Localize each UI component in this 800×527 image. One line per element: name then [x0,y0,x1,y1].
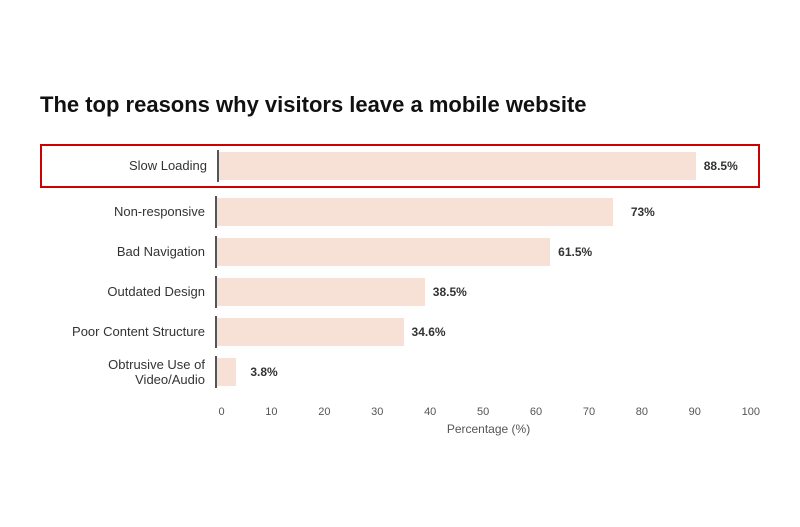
x-axis: 0 10 20 30 40 50 60 70 80 90 100 Percentage (%) [217,402,760,436]
bar-fill: 34.6% [217,318,404,346]
x-axis-tick: 20 [318,406,330,418]
bar-row: Bad Navigation61.5% [40,236,760,268]
chart-title: The top reasons why visitors leave a mob… [40,91,760,120]
bar-fill: 88.5% [219,152,696,180]
bar-label: Non-responsive [40,204,215,219]
x-axis-tick: 50 [477,406,489,418]
bar-track: 61.5% [215,236,760,268]
x-axis-tick: 90 [689,406,701,418]
bar-value-label: 73% [631,205,655,219]
x-axis-tick: 100 [742,406,760,418]
bar-label: Bad Navigation [40,244,215,259]
bar-value-label: 38.5% [433,285,467,299]
chart-area: Slow Loading88.5%Non-responsive73%Bad Na… [40,144,760,396]
x-axis-title: Percentage (%) [217,422,760,436]
bar-value-label: 88.5% [704,159,738,173]
bar-row: Obtrusive Use of Video/Audio3.8% [40,356,760,388]
bar-row: Slow Loading88.5% [40,144,760,188]
bar-value-label: 61.5% [558,245,592,259]
bar-track: 34.6% [215,316,760,348]
bar-fill: 3.8% [217,358,236,386]
bar-label: Slow Loading [42,158,217,173]
x-axis-tick: 80 [636,406,648,418]
x-axis-tick: 0 [219,406,225,418]
x-axis-tick: 10 [265,406,277,418]
x-axis-ticks: 0 10 20 30 40 50 60 70 80 90 100 [217,406,760,418]
bar-row: Poor Content Structure34.6% [40,316,760,348]
bar-track: 88.5% [217,150,758,182]
x-axis-tick: 70 [583,406,595,418]
bar-track: 73% [215,196,760,228]
bar-row: Non-responsive73% [40,196,760,228]
bar-value-label: 34.6% [412,325,446,339]
bar-label: Outdated Design [40,284,215,299]
bar-fill: 73% [217,198,613,226]
bar-track: 3.8% [215,356,760,388]
x-axis-tick: 60 [530,406,542,418]
x-axis-tick: 40 [424,406,436,418]
x-axis-container: 0 10 20 30 40 50 60 70 80 90 100 Percentage (%) [40,402,760,436]
bar-label: Obtrusive Use of Video/Audio [40,357,215,387]
x-axis-tick: 30 [371,406,383,418]
chart-container: The top reasons why visitors leave a mob… [40,91,760,436]
bar-track: 38.5% [215,276,760,308]
bar-fill: 38.5% [217,278,425,306]
bar-row: Outdated Design38.5% [40,276,760,308]
bar-value-label: 3.8% [250,365,277,379]
bar-label: Poor Content Structure [40,324,215,339]
bar-fill: 61.5% [217,238,551,266]
